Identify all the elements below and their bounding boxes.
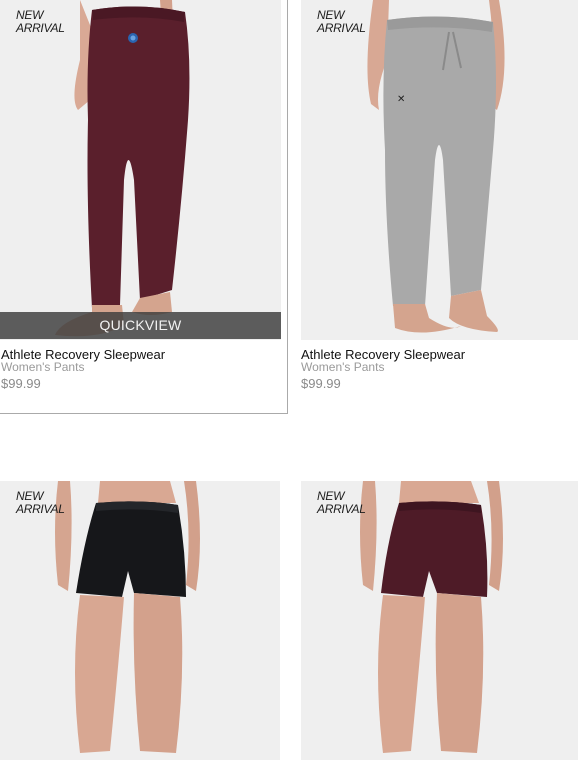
badge-line-arrival: ARRIVAL [317, 502, 366, 516]
badge-line-arrival: ARRIVAL [16, 21, 65, 35]
quickview-button[interactable]: QUICKVIEW [0, 312, 281, 339]
badge-line-arrival: ARRIVAL [16, 502, 65, 516]
badge-line-arrival: ARRIVAL [317, 21, 366, 35]
product-image[interactable]: ✕ NEW ARRIVAL [301, 0, 578, 340]
new-arrival-badge: NEW ARRIVAL [16, 490, 65, 516]
joggers-model-illustration: ✕ [301, 0, 578, 340]
new-arrival-badge: NEW ARRIVAL [16, 9, 65, 35]
new-arrival-badge: NEW ARRIVAL [317, 9, 366, 35]
product-card-4[interactable]: NEW ARRIVAL [301, 481, 578, 760]
product-image[interactable]: NEW ARRIVAL [301, 481, 578, 760]
pants-model-illustration [0, 0, 281, 340]
product-category: Women's Pants [301, 360, 385, 374]
product-card-2[interactable]: ✕ NEW ARRIVAL Athlete Recovery Sleepwear… [301, 0, 578, 415]
product-card-1[interactable]: NEW ARRIVAL QUICKVIEW Athlete Recovery S… [0, 0, 289, 415]
product-category: Women's Pants [1, 360, 85, 374]
shorts-model-illustration [301, 481, 578, 760]
new-arrival-badge: NEW ARRIVAL [317, 490, 366, 516]
product-image[interactable]: NEW ARRIVAL [0, 481, 280, 760]
product-price: $99.99 [301, 376, 341, 391]
shorts-model-illustration [0, 481, 280, 760]
svg-text:✕: ✕ [397, 94, 405, 105]
product-price: $99.99 [1, 376, 41, 391]
product-card-3[interactable]: NEW ARRIVAL [0, 481, 280, 760]
product-image[interactable]: NEW ARRIVAL [0, 0, 281, 340]
